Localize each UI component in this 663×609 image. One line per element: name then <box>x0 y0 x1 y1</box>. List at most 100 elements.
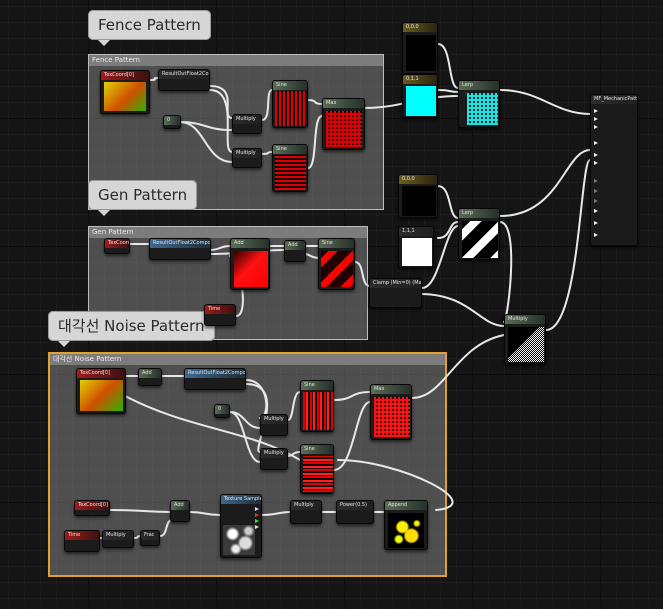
material-pin[interactable] <box>594 199 598 203</box>
lerp-node-1[interactable]: Lerp <box>458 80 500 128</box>
add-node-1[interactable]: Add <box>230 238 270 290</box>
material-output-node[interactable]: MF_MechanicPattern <box>590 94 638 246</box>
node-title: Multiply <box>233 149 261 158</box>
node-title: 1,1,1 <box>399 227 433 236</box>
sine-node-1[interactable]: Sine <box>272 80 308 128</box>
node-title: 0,0,0 <box>399 175 437 184</box>
red-gradient-preview <box>234 251 268 287</box>
multiply-node-6[interactable]: Multiply <box>290 500 322 524</box>
node-title: Sine <box>319 239 354 248</box>
node-title: TexCoord[0] <box>101 71 149 80</box>
vector-node-d[interactable]: 1,1,1 <box>398 226 434 268</box>
fence-pattern-title[interactable]: Fence Pattern <box>88 10 211 46</box>
uv-gradient-preview <box>80 380 123 411</box>
gen-pattern-title[interactable]: Gen Pattern <box>88 180 198 216</box>
node-title: 0,1,1 <box>403 75 437 84</box>
texcoord-node-3[interactable]: TexCoord[0] <box>76 368 126 414</box>
cyan-color-preview <box>406 86 436 116</box>
cyan-grid-preview <box>467 93 498 125</box>
noisy-grid-preview <box>374 397 410 437</box>
multiply-node-4[interactable]: Multiply <box>260 448 288 470</box>
node-title: Multiply <box>505 315 545 324</box>
node-title: Multiply <box>261 415 287 424</box>
texture-pin[interactable] <box>255 525 259 529</box>
material-pin[interactable] <box>594 189 598 193</box>
texture-pin[interactable] <box>255 513 259 517</box>
node-title: ResultOutFloat2Components <box>185 369 245 378</box>
node-title: Power(0.5) <box>337 501 373 510</box>
node-title: ResultOutFloat2Components <box>150 239 210 248</box>
node-title: Sine <box>301 445 333 454</box>
power-node[interactable]: Power(0.5) <box>336 500 374 524</box>
texture-pin[interactable] <box>255 519 259 523</box>
material-pin[interactable] <box>594 161 598 165</box>
bw-diagonal-preview <box>462 221 498 258</box>
sine-node-4[interactable]: Sine <box>300 380 334 432</box>
texcoord-node-2[interactable]: TexCoord[0] <box>104 238 130 254</box>
clamp-node[interactable]: Clamp (Min=0) (Max=1) <box>369 278 422 308</box>
cloud-noise-preview <box>223 525 255 555</box>
node-title: 0,0,0 <box>403 23 437 32</box>
material-pin[interactable] <box>594 179 598 183</box>
lerp-node-2[interactable]: Lerp <box>458 208 500 260</box>
multiply-node-3[interactable]: Multiply <box>260 414 288 436</box>
texcoord-node-4[interactable]: TexCoord[0] <box>74 500 110 516</box>
white-color-preview <box>402 238 432 266</box>
multiply-node-5[interactable]: Multiply <box>102 530 134 548</box>
time-node-2[interactable]: Time <box>64 530 100 552</box>
material-pin[interactable] <box>594 153 598 157</box>
constant-node-2[interactable]: 0 <box>214 404 230 418</box>
frac-node[interactable]: Frac <box>140 530 160 546</box>
node-title: TexCoord[0] <box>75 501 109 510</box>
sine-node-5[interactable]: Sine <box>300 444 334 494</box>
material-pin[interactable] <box>594 109 598 113</box>
node-title: Sine <box>273 81 307 90</box>
texture-sample-node[interactable]: Texture Sample <box>220 494 262 558</box>
time-node-1[interactable]: Time <box>204 304 236 326</box>
vector-node-c[interactable]: 0,0,0 <box>398 174 438 218</box>
add-node-3[interactable]: Add <box>138 368 162 386</box>
texcoord-node-1[interactable]: TexCoord[0] <box>100 70 150 114</box>
component-mask-node-1[interactable]: ResultOutFloat2Components <box>158 69 210 91</box>
vector-node-b[interactable]: 0,1,1 <box>402 74 438 118</box>
sine-node-2[interactable]: Sine <box>272 144 308 192</box>
vector-node-a[interactable]: 0,0,0 <box>402 22 438 74</box>
texture-pin[interactable] <box>255 507 259 511</box>
masked-noise-preview <box>508 327 544 362</box>
add-node-2[interactable]: Add <box>284 240 306 262</box>
black-color-preview <box>402 186 436 216</box>
node-title: Add <box>231 239 269 248</box>
multiply-output-node[interactable]: Multiply <box>504 314 546 364</box>
node-title: Frac <box>141 531 159 540</box>
material-pin[interactable] <box>594 233 598 237</box>
node-title: TexCoord[0] <box>77 369 125 378</box>
node-title: Multiply <box>103 531 133 540</box>
material-pin[interactable] <box>594 141 598 145</box>
max-node-2[interactable]: Max <box>370 384 412 440</box>
constant-node-1[interactable]: 0 <box>163 115 181 129</box>
add-node-4[interactable]: Add <box>170 500 190 522</box>
node-title: Max <box>371 385 411 394</box>
node-title: ResultOutFloat2Components <box>159 70 209 79</box>
vertical-stripes-preview <box>275 91 306 126</box>
node-title: Time <box>205 305 235 314</box>
material-pin[interactable] <box>594 209 598 213</box>
node-title: Add <box>139 369 161 378</box>
material-pin[interactable] <box>594 117 598 121</box>
component-mask-node-3[interactable]: ResultOutFloat2Components <box>184 368 246 390</box>
node-title: Clamp (Min=0) (Max=1) <box>370 279 421 288</box>
node-title: Lerp <box>459 81 499 90</box>
multiply-node-2[interactable]: Multiply <box>232 148 262 168</box>
horizontal-stripes-preview <box>275 155 306 190</box>
multiply-node-1[interactable]: Multiply <box>232 114 262 134</box>
noise-pattern-title[interactable]: 대각선 Noise Pattern <box>48 311 215 347</box>
uv-gradient-preview <box>104 82 146 111</box>
node-title: Lerp <box>459 209 499 218</box>
max-node-1[interactable]: Max <box>322 98 365 150</box>
material-pin[interactable] <box>594 221 598 225</box>
node-title: Add <box>285 241 305 250</box>
append-node[interactable]: Append <box>384 500 428 550</box>
sine-node-3[interactable]: Sine <box>318 238 355 290</box>
material-pin[interactable] <box>594 125 598 129</box>
component-mask-node-2[interactable]: ResultOutFloat2Components <box>149 238 211 260</box>
